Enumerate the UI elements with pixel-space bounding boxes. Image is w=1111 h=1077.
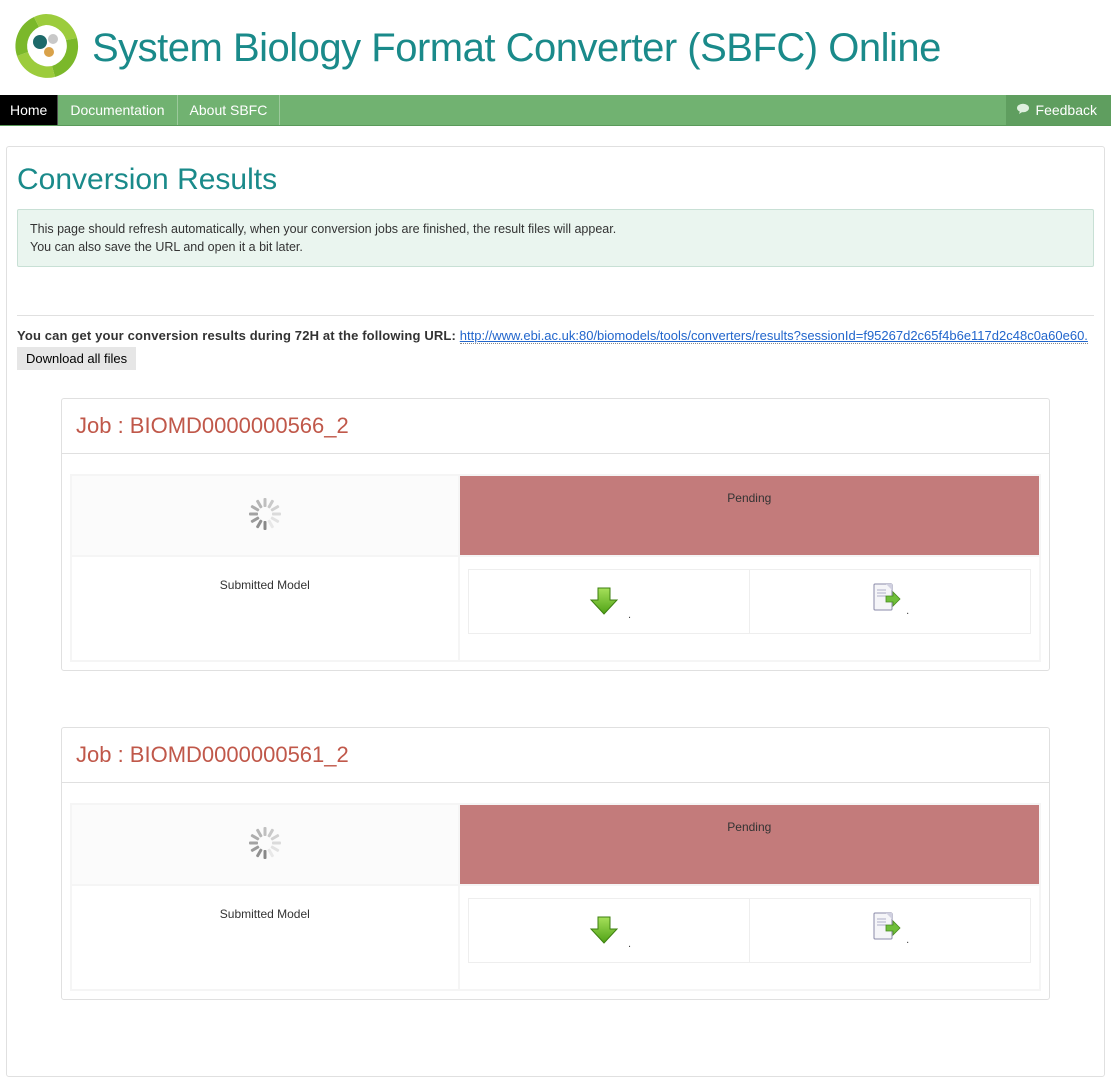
job-table: Pending Submitted Model: [70, 474, 1041, 662]
job-title: Job : BIOMD0000000566_2: [62, 399, 1049, 454]
feedback-label: Feedback: [1036, 102, 1097, 118]
job-table: Pending Submitted Model: [70, 803, 1041, 991]
url-section: You can get your conversion results duri…: [17, 315, 1094, 370]
feedback-link[interactable]: Feedback: [1006, 96, 1111, 124]
actions-cell: .: [459, 885, 1040, 990]
actions-cell: .: [459, 556, 1040, 661]
spinner-cell: [71, 804, 459, 885]
speech-bubble-icon: [1016, 102, 1030, 118]
navbar: Home Documentation About SBFC Feedback: [0, 95, 1111, 126]
site-title: System Biology Format Converter (SBFC) O…: [92, 21, 941, 75]
nav-about[interactable]: About SBFC: [178, 95, 281, 125]
status-cell: Pending: [459, 804, 1040, 885]
nav-documentation[interactable]: Documentation: [58, 95, 177, 125]
notice-box: This page should refresh automatically, …: [17, 209, 1094, 267]
job-card: Job : BIOMD0000000566_2 Pending: [61, 398, 1050, 671]
job-title: Job : BIOMD0000000561_2: [62, 728, 1049, 783]
main: Conversion Results This page should refr…: [0, 126, 1111, 1077]
page-title: Conversion Results: [7, 157, 1104, 209]
download-action[interactable]: .: [469, 570, 749, 633]
download-arrow-icon: [586, 935, 626, 950]
file-export-icon: [871, 931, 905, 946]
job-card: Job : BIOMD0000000561_2 Pending: [61, 727, 1050, 1000]
export-action[interactable]: .: [749, 570, 1030, 633]
results-card: Conversion Results This page should refr…: [6, 146, 1105, 1077]
status-cell: Pending: [459, 475, 1040, 556]
export-action[interactable]: .: [749, 899, 1030, 962]
navbar-left: Home Documentation About SBFC: [0, 95, 280, 125]
download-arrow-icon: [586, 606, 626, 621]
download-all-button[interactable]: Download all files: [17, 347, 136, 370]
notice-line: This page should refresh automatically, …: [30, 220, 1081, 238]
navbar-right: Feedback: [1006, 95, 1111, 125]
results-url-link[interactable]: http://www.ebi.ac.uk:80/biomodels/tools/…: [460, 328, 1088, 344]
nav-home[interactable]: Home: [0, 95, 58, 125]
file-export-icon: [871, 602, 905, 617]
sbfc-logo-icon: [8, 8, 84, 87]
submitted-model-cell: Submitted Model: [71, 556, 459, 661]
jobs-wrap: Job : BIOMD0000000566_2 Pending: [7, 370, 1104, 1000]
download-action[interactable]: .: [469, 899, 749, 962]
header: System Biology Format Converter (SBFC) O…: [0, 0, 1111, 95]
submitted-model-cell: Submitted Model: [71, 885, 459, 990]
notice-line: You can also save the URL and open it a …: [30, 238, 1081, 256]
loading-spinner-icon: [249, 827, 281, 859]
spinner-cell: [71, 475, 459, 556]
loading-spinner-icon: [249, 498, 281, 530]
url-prefix: You can get your conversion results duri…: [17, 328, 460, 343]
